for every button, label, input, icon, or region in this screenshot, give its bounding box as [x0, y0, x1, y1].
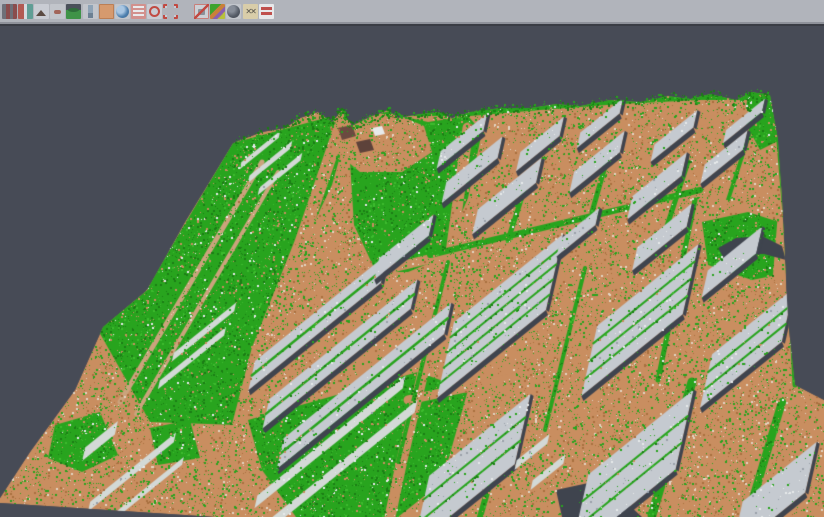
classification-palette-icon[interactable]	[210, 4, 225, 19]
terrain-icon[interactable]	[66, 4, 81, 19]
globe-icon[interactable]	[115, 4, 130, 19]
grid-crosses-icon[interactable]	[243, 4, 258, 19]
ground-points-icon[interactable]	[50, 4, 65, 19]
selection-brackets-icon[interactable]	[163, 4, 178, 19]
clip-region-icon[interactable]	[194, 4, 209, 19]
scatter-points-icon[interactable]	[2, 4, 17, 19]
red-lines-icon[interactable]	[131, 4, 146, 19]
sphere-icon[interactable]	[226, 4, 241, 19]
point-cloud-canvas[interactable]	[0, 0, 824, 517]
profile-icon[interactable]	[83, 4, 98, 19]
orange-tile-icon[interactable]	[99, 4, 114, 19]
toolbar	[0, 0, 824, 24]
align-clouds-icon[interactable]	[18, 4, 33, 19]
target-icon[interactable]	[147, 4, 162, 19]
viewport-3d[interactable]	[0, 0, 824, 517]
red-bars-icon[interactable]	[259, 4, 274, 19]
mountain-icon[interactable]	[34, 4, 49, 19]
